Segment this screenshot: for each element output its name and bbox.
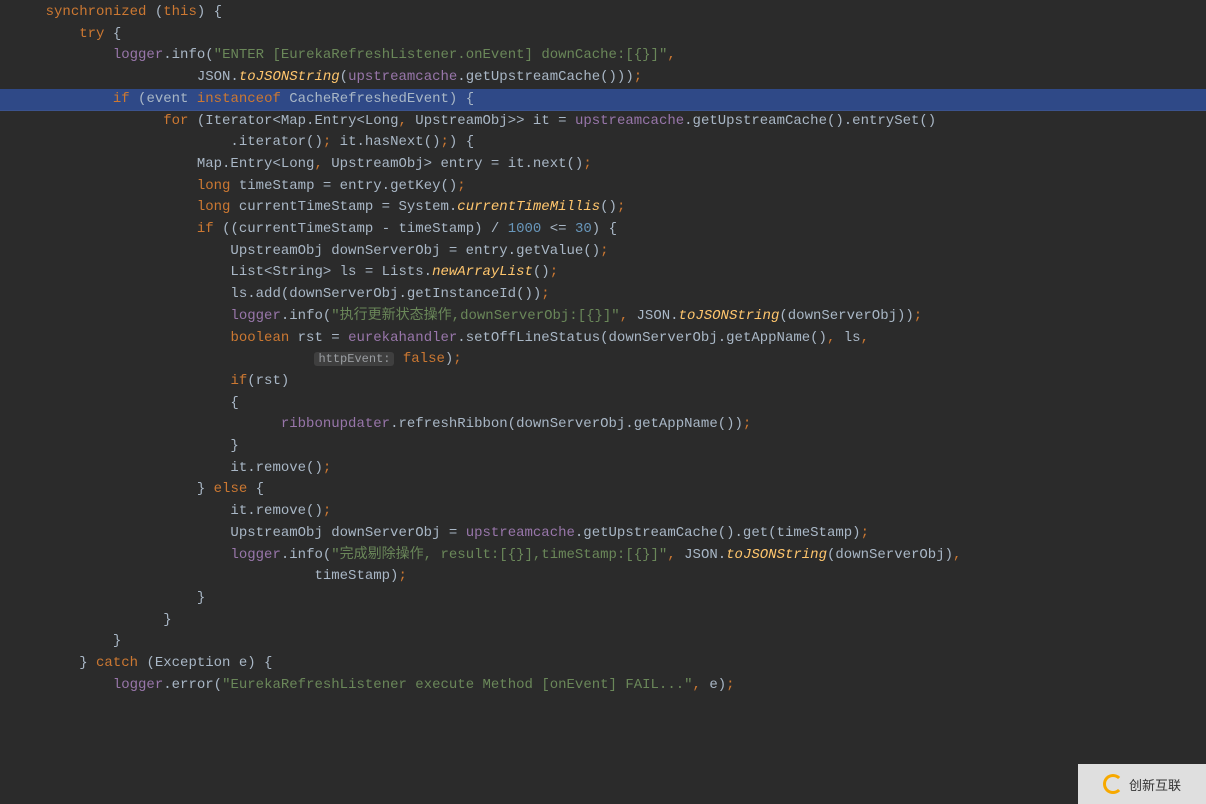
code-line[interactable]: } else {	[0, 479, 1206, 501]
code-line[interactable]: UpstreamObj downServerObj = upstreamcach…	[0, 523, 1206, 545]
code-line[interactable]: if ((currentTimeStamp - timeStamp) / 100…	[0, 219, 1206, 241]
code-line[interactable]: if (event instanceof CacheRefreshedEvent…	[0, 89, 1206, 111]
code-editor[interactable]: synchronized (this) { try { logger.info(…	[0, 0, 1206, 804]
code-line[interactable]: logger.info("执行更新状态操作,downServerObj:[{}]…	[0, 306, 1206, 328]
code-line[interactable]: }	[0, 610, 1206, 632]
code-line[interactable]: }	[0, 436, 1206, 458]
code-line[interactable]: {	[0, 393, 1206, 415]
code-line[interactable]: long currentTimeStamp = System.currentTi…	[0, 197, 1206, 219]
code-line[interactable]: JSON.toJSONString(upstreamcache.getUpstr…	[0, 67, 1206, 89]
code-line[interactable]: }	[0, 631, 1206, 653]
code-line[interactable]: logger.error("EurekaRefreshListener exec…	[0, 675, 1206, 697]
code-line[interactable]: ribbonupdater.refreshRibbon(downServerOb…	[0, 414, 1206, 436]
code-line[interactable]: List<String> ls = Lists.newArrayList();	[0, 262, 1206, 284]
code-line[interactable]: httpEvent: false);	[0, 349, 1206, 371]
code-line[interactable]: try {	[0, 24, 1206, 46]
code-line[interactable]: } catch (Exception e) {	[0, 653, 1206, 675]
watermark-badge: 创新互联	[1078, 764, 1206, 804]
watermark-text: 创新互联	[1129, 775, 1181, 794]
logo-icon	[1103, 774, 1123, 794]
code-line[interactable]: synchronized (this) {	[0, 2, 1206, 24]
code-line[interactable]: Map.Entry<Long, UpstreamObj> entry = it.…	[0, 154, 1206, 176]
code-line[interactable]: it.remove();	[0, 458, 1206, 480]
code-line[interactable]: it.remove();	[0, 501, 1206, 523]
code-line[interactable]: logger.info("完成剔除操作, result:[{}],timeSta…	[0, 545, 1206, 567]
code-line[interactable]: UpstreamObj downServerObj = entry.getVal…	[0, 241, 1206, 263]
code-line[interactable]	[0, 697, 1206, 719]
code-line[interactable]: }	[0, 588, 1206, 610]
code-line[interactable]: boolean rst = eurekahandler.setOffLineSt…	[0, 328, 1206, 350]
code-line[interactable]: for (Iterator<Map.Entry<Long, UpstreamOb…	[0, 111, 1206, 133]
code-line[interactable]: timeStamp);	[0, 566, 1206, 588]
code-line[interactable]: logger.info("ENTER [EurekaRefreshListene…	[0, 45, 1206, 67]
code-line[interactable]: long timeStamp = entry.getKey();	[0, 176, 1206, 198]
code-line[interactable]: .iterator(); it.hasNext();) {	[0, 132, 1206, 154]
code-line[interactable]: if(rst)	[0, 371, 1206, 393]
code-line[interactable]: ls.add(downServerObj.getInstanceId());	[0, 284, 1206, 306]
